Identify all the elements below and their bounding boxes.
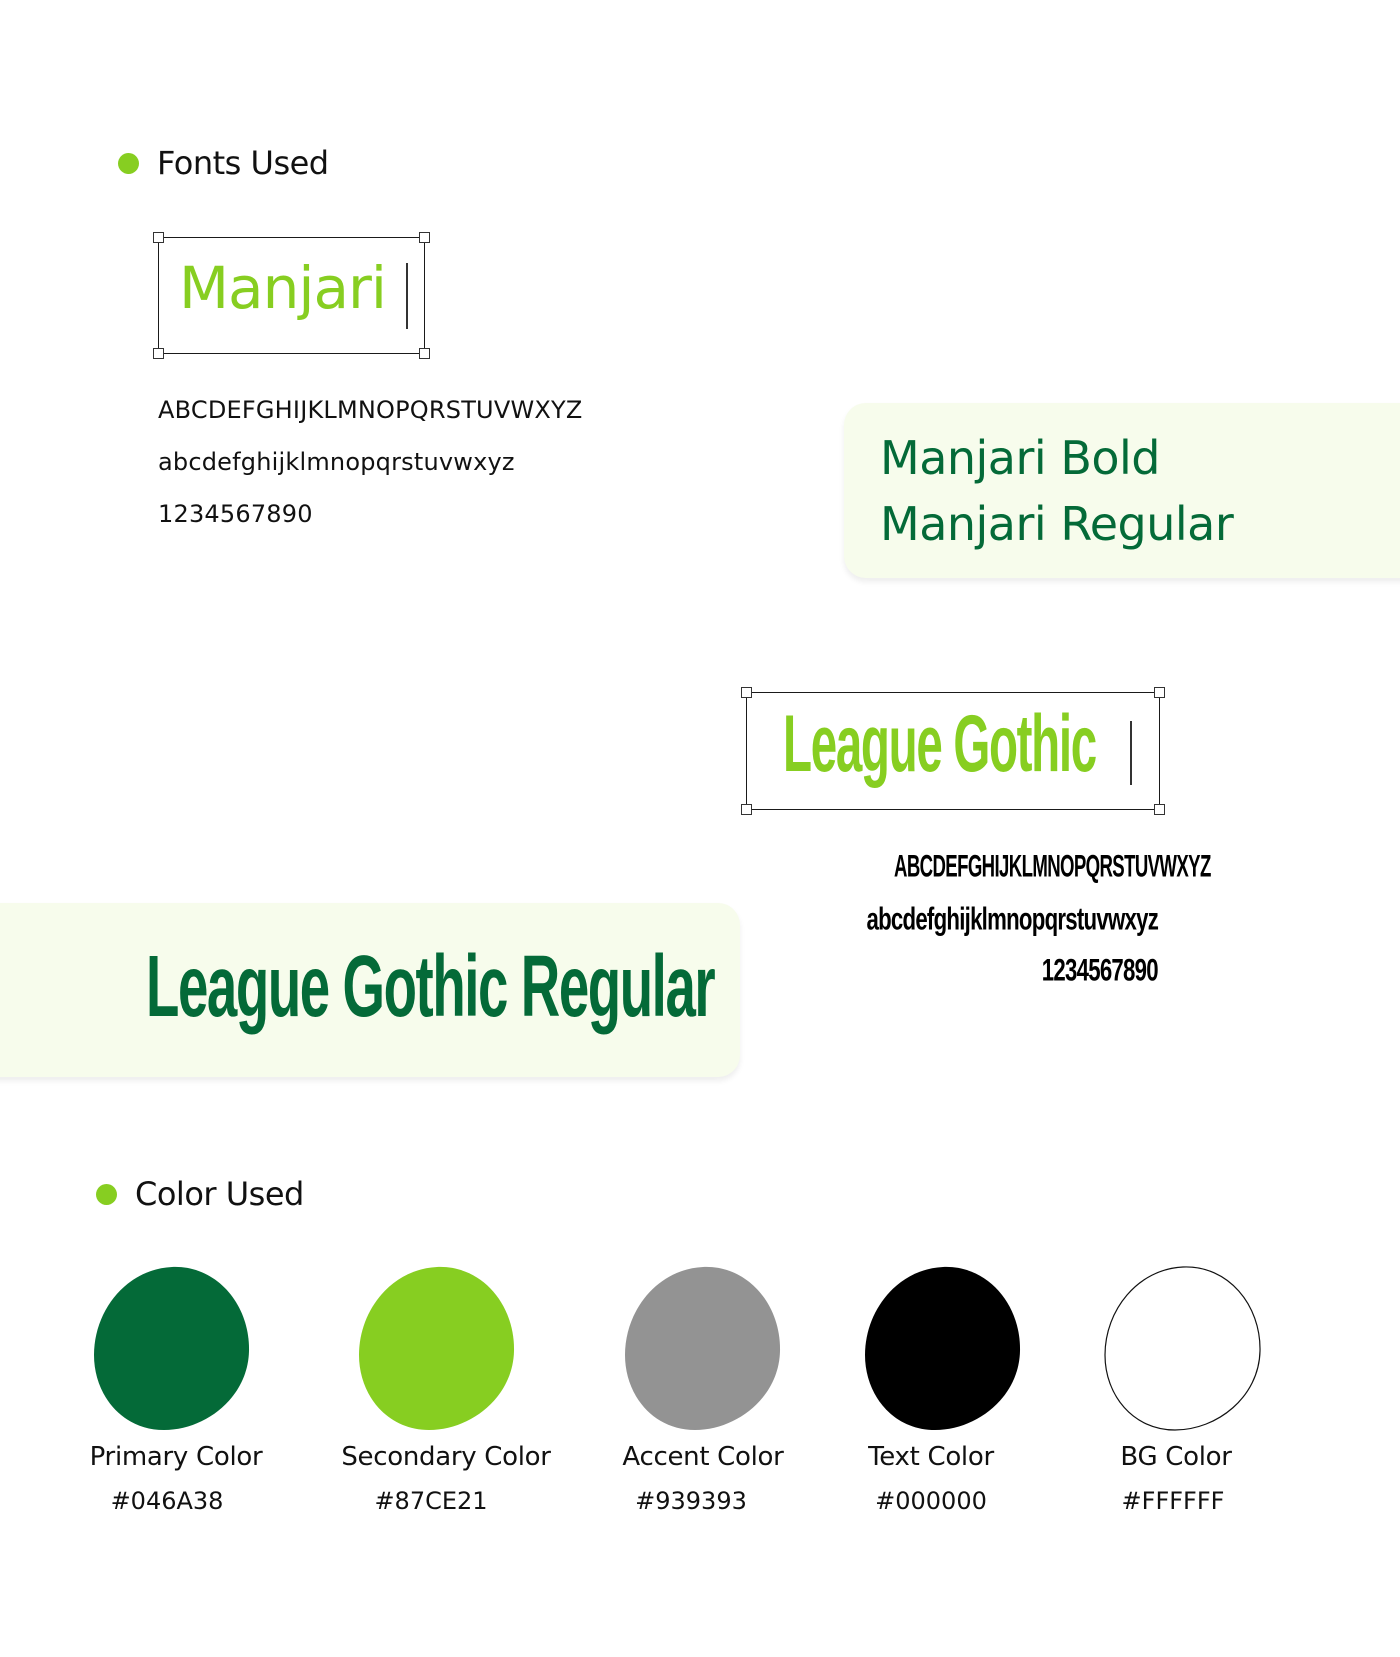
resize-handle-top-left[interactable] xyxy=(153,232,164,243)
league-gothic-uppercase: ABCDEFGHIJKLMNOPQRSTUVWXYZ xyxy=(894,849,1211,884)
bg-color-hex: #FFFFFF xyxy=(1121,1487,1225,1515)
manjari-lowercase: abcdefghijklmnopqrstuvwxyz xyxy=(158,448,515,476)
primary-color-label: Primary Color xyxy=(89,1442,263,1472)
resize-handle-top-right[interactable] xyxy=(1154,687,1165,698)
primary-color-swatch[interactable] xyxy=(92,1265,252,1433)
manjari-sample-box[interactable]: Manjari xyxy=(153,232,430,359)
secondary-color-hex: #87CE21 xyxy=(374,1487,488,1515)
bullet-dot-icon xyxy=(118,152,139,174)
resize-handle-top-right[interactable] xyxy=(419,232,430,243)
fonts-used-heading: Fonts Used xyxy=(118,144,329,182)
bullet-dot-icon xyxy=(96,1183,117,1205)
text-cursor xyxy=(1130,721,1132,785)
text-color-swatch[interactable] xyxy=(863,1265,1023,1433)
text-color-hex: #000000 xyxy=(875,1487,987,1515)
manjari-bold-label: Manjari Bold xyxy=(880,431,1161,485)
text-color-label: Text Color xyxy=(868,1442,994,1472)
secondary-color-label: Secondary Color xyxy=(341,1442,551,1472)
resize-handle-bottom-right[interactable] xyxy=(419,348,430,359)
league-gothic-digits: 1234567890 xyxy=(1041,953,1159,988)
league-gothic-regular-label: League Gothic Regular xyxy=(146,936,716,1036)
league-gothic-sample-box[interactable]: League Gothic xyxy=(741,687,1165,815)
manjari-uppercase: ABCDEFGHIJKLMNOPQRSTUVWXYZ xyxy=(158,396,583,424)
color-used-heading: Color Used xyxy=(96,1175,304,1213)
text-cursor xyxy=(406,263,408,329)
resize-handle-top-left[interactable] xyxy=(741,687,752,698)
league-gothic-lowercase: abcdefghijklmnopqrstuvwxyz xyxy=(866,902,1158,937)
bg-color-swatch[interactable] xyxy=(1103,1265,1263,1433)
manjari-sample-text: Manjari xyxy=(179,254,387,322)
resize-handle-bottom-left[interactable] xyxy=(153,348,164,359)
resize-handle-bottom-left[interactable] xyxy=(741,804,752,815)
primary-color-hex: #046A38 xyxy=(110,1487,224,1515)
league-gothic-sample-text: League Gothic xyxy=(783,699,1097,789)
color-used-title: Color Used xyxy=(135,1175,304,1213)
manjari-regular-label: Manjari Regular xyxy=(880,497,1234,551)
secondary-color-swatch[interactable] xyxy=(357,1265,517,1433)
manjari-weights-card: Manjari Bold Manjari Regular xyxy=(844,403,1400,578)
fonts-used-title: Fonts Used xyxy=(157,144,329,182)
accent-color-swatch[interactable] xyxy=(623,1265,783,1433)
league-gothic-card: League Gothic Regular xyxy=(0,903,740,1077)
bg-color-label: BG Color xyxy=(1120,1442,1232,1472)
resize-handle-bottom-right[interactable] xyxy=(1154,804,1165,815)
accent-color-hex: #939393 xyxy=(635,1487,747,1515)
manjari-digits: 1234567890 xyxy=(158,500,313,528)
